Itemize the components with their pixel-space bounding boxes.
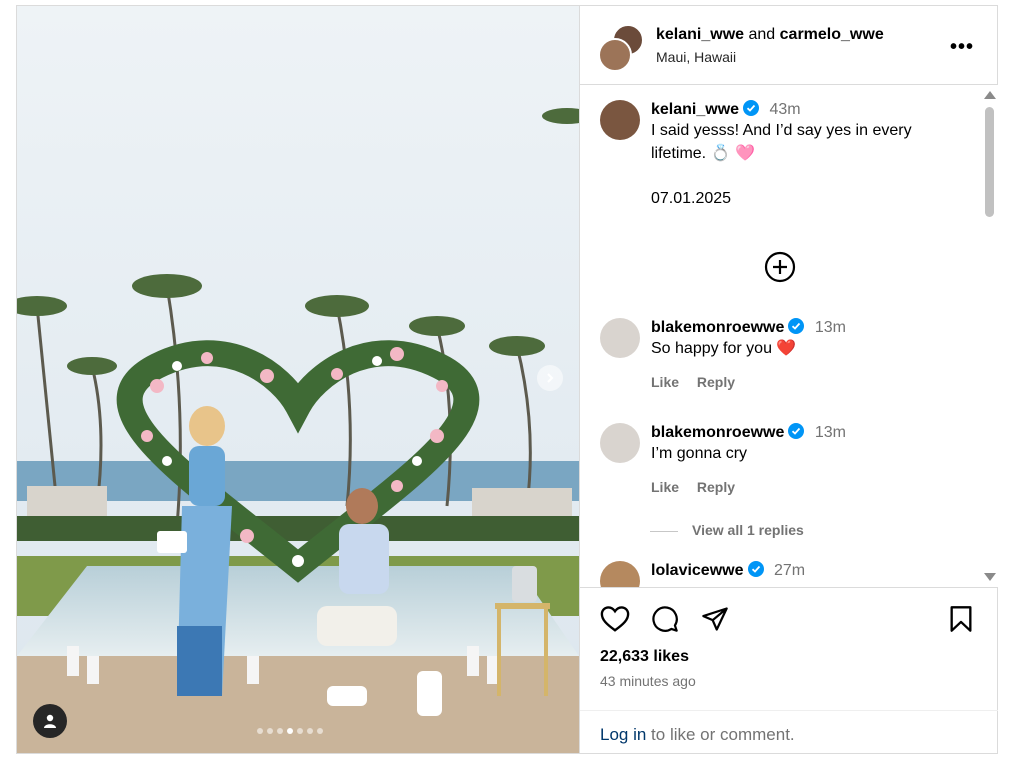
caption-username[interactable]: kelani_wwe [651, 101, 739, 118]
carousel-dot [267, 728, 273, 734]
comment-text: I’m gonna cry [651, 445, 748, 462]
comment-icon[interactable] [650, 605, 680, 633]
verified-badge-icon [743, 100, 760, 116]
like-comment-button[interactable]: Like [651, 374, 679, 390]
comment-time[interactable]: 13m [815, 424, 846, 441]
caption-text-line2: lifetime. 💍 🩷 [651, 145, 755, 162]
caption-date: 07.01.2025 [651, 190, 732, 207]
reply-button[interactable]: Reply [697, 479, 735, 495]
reply-button[interactable]: Reply [697, 374, 735, 390]
comment-username[interactable]: lolavicewwe [651, 562, 744, 579]
scroll-thumb[interactable] [985, 107, 994, 217]
collaborator-link[interactable]: carmelo_wwe [780, 26, 884, 43]
comments-list[interactable]: kelani_wwe 43m I said yesss! And I’d say… [580, 85, 998, 587]
comment-time[interactable]: 27m [774, 562, 805, 579]
carousel-dot [307, 728, 313, 734]
carousel-dot [297, 728, 303, 734]
login-prompt-text: to like or comment. [646, 725, 795, 744]
verified-badge-icon [747, 561, 764, 577]
location-link[interactable]: Maui, Hawaii [656, 49, 736, 65]
post-authors: kelani_wwe and carmelo_wwe [656, 26, 884, 44]
verified-badge-icon [788, 318, 805, 334]
scroll-up-arrow-icon[interactable] [984, 91, 996, 99]
post-photo[interactable] [17, 6, 579, 753]
next-slide-button[interactable] [537, 365, 563, 391]
tagged-users-button[interactable] [33, 704, 67, 738]
avatar[interactable] [600, 318, 640, 358]
avatar[interactable] [600, 561, 640, 587]
like-comment-button[interactable]: Like [651, 479, 679, 495]
comments-scrollbar[interactable] [981, 85, 998, 587]
view-replies-button[interactable]: View all 1 replies [650, 522, 804, 538]
comment-username[interactable]: blakemonroewwe [651, 319, 784, 336]
chevron-right-icon [547, 373, 554, 383]
post-header: kelani_wwe and carmelo_wwe Maui, Hawaii … [580, 6, 998, 85]
comment-username[interactable]: blakemonroewwe [651, 424, 784, 441]
instagram-post: kelani_wwe and carmelo_wwe Maui, Hawaii … [16, 5, 998, 754]
login-bar: Log in to like or comment. [580, 710, 998, 755]
share-icon[interactable] [700, 605, 730, 633]
load-more-comments-icon[interactable] [764, 251, 796, 283]
author-link[interactable]: kelani_wwe [656, 26, 744, 43]
more-options-icon[interactable]: ••• [950, 36, 974, 59]
scroll-down-arrow-icon[interactable] [984, 573, 996, 581]
carousel-dot [317, 728, 323, 734]
verified-badge-icon [788, 423, 805, 439]
heart-icon[interactable] [600, 605, 630, 633]
post-footer: 22,633 likes 43 minutes ago Log in to li… [580, 587, 998, 754]
bookmark-icon[interactable] [948, 605, 974, 633]
carousel-dot [287, 728, 293, 734]
avatar[interactable] [600, 100, 640, 140]
login-link[interactable]: Log in [600, 725, 646, 744]
post-side-panel: kelani_wwe and carmelo_wwe Maui, Hawaii … [579, 6, 998, 754]
login-prompt: Log in to like or comment. [600, 725, 795, 745]
comment-time[interactable]: 13m [815, 319, 846, 336]
and-text: and [748, 26, 776, 43]
carousel-dot [277, 728, 283, 734]
person-icon [44, 714, 56, 728]
carousel-indicator [257, 728, 323, 734]
proposal-photo-illustration [17, 6, 579, 753]
carousel-dot [257, 728, 263, 734]
caption-text-line1: I said yesss! And I’d say yes in every [651, 122, 912, 139]
avatar[interactable] [600, 423, 640, 463]
avatar-kelani[interactable] [598, 38, 632, 72]
caption-time[interactable]: 43m [770, 101, 801, 118]
comment-text: So happy for you ❤️ [651, 340, 797, 357]
post-timestamp[interactable]: 43 minutes ago [600, 673, 696, 689]
like-count[interactable]: 22,633 likes [600, 648, 689, 666]
collab-avatars[interactable] [598, 24, 644, 72]
